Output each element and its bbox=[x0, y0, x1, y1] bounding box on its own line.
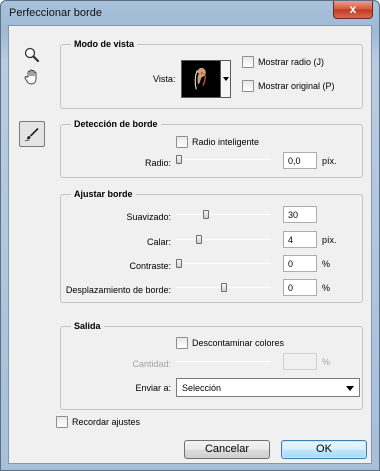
decontaminate-colors-label: Descontaminar colores bbox=[192, 338, 285, 348]
amount-label: Cantidad: bbox=[132, 359, 171, 369]
show-radius-checkbox[interactable] bbox=[242, 56, 254, 68]
radius-label: Radio: bbox=[144, 158, 171, 168]
smooth-input[interactable]: 30 bbox=[283, 206, 317, 223]
feather-slider[interactable] bbox=[176, 235, 271, 244]
edge-detection-group: Detección de borde Radio inteligente Rad… bbox=[60, 119, 363, 178]
feather-input[interactable]: 4 bbox=[283, 231, 317, 248]
smooth-slider-track bbox=[176, 214, 271, 215]
radius-input[interactable]: 0,0 bbox=[283, 152, 317, 169]
view-mode-title: Modo de vista bbox=[71, 39, 138, 49]
feather-slider-thumb[interactable] bbox=[196, 235, 202, 244]
radius-slider[interactable] bbox=[176, 155, 271, 164]
contrast-slider-thumb[interactable] bbox=[176, 259, 182, 268]
decontaminate-colors-checkbox[interactable] bbox=[176, 337, 188, 349]
edge-detection-title: Detección de borde bbox=[71, 119, 161, 129]
feather-label: Calar: bbox=[146, 237, 171, 247]
hand-icon[interactable] bbox=[23, 68, 41, 86]
shift-edge-label: Desplazamiento de borde: bbox=[65, 285, 171, 295]
contrast-input[interactable]: 0 bbox=[283, 255, 317, 272]
contrast-slider-track bbox=[176, 263, 271, 264]
output-title: Salida bbox=[71, 321, 104, 331]
shift-edge-slider[interactable] bbox=[176, 283, 271, 292]
amount-unit: % bbox=[322, 357, 331, 367]
contrast-unit: % bbox=[322, 259, 331, 269]
view-mode-group: Modo de vista Vista: Mostrar radio (J) M… bbox=[60, 39, 363, 109]
feather-unit: píx. bbox=[322, 235, 337, 245]
cancel-button[interactable]: Cancelar bbox=[184, 440, 270, 459]
remember-settings-label: Recordar ajustes bbox=[72, 417, 141, 427]
chevron-down-icon bbox=[346, 386, 354, 391]
remember-settings-checkbox[interactable] bbox=[56, 416, 68, 428]
zoom-icon[interactable] bbox=[23, 46, 41, 64]
amount-input bbox=[283, 353, 317, 370]
view-preview-thumbnail[interactable] bbox=[181, 60, 221, 98]
show-original-label: Mostrar original (P) bbox=[258, 81, 335, 91]
smooth-slider-thumb[interactable] bbox=[203, 210, 209, 219]
contrast-slider[interactable] bbox=[176, 259, 271, 268]
shift-edge-unit: % bbox=[322, 283, 331, 293]
view-label: Vista: bbox=[153, 74, 176, 84]
dialog-body: Modo de vista Vista: Mostrar radio (J) M… bbox=[8, 25, 372, 464]
title-bar[interactable]: Perfeccionar borde x bbox=[1, 1, 379, 25]
refine-radius-brush-icon[interactable] bbox=[19, 121, 45, 147]
output-group: Salida Descontaminar colores Cantidad: %… bbox=[60, 321, 363, 410]
output-to-label: Enviar a: bbox=[135, 383, 171, 393]
shift-edge-slider-thumb[interactable] bbox=[221, 283, 227, 292]
radius-slider-thumb[interactable] bbox=[176, 155, 182, 164]
adjust-edge-group: Ajustar borde Suavizado: 30 Calar: 4 píx… bbox=[60, 189, 363, 303]
feather-slider-track bbox=[176, 239, 271, 240]
smart-radius-label: Radio inteligente bbox=[192, 137, 260, 147]
adjust-edge-title: Ajustar borde bbox=[71, 189, 136, 199]
show-radius-label: Mostrar radio (J) bbox=[258, 57, 325, 67]
output-to-select[interactable]: Selección bbox=[176, 378, 360, 397]
close-button[interactable]: x bbox=[333, 1, 373, 19]
view-mode-dropdown-button[interactable] bbox=[221, 60, 231, 98]
dialog-window: Perfeccionar borde x Modo de vista Vista… bbox=[0, 0, 380, 471]
amount-slider bbox=[176, 357, 271, 366]
window-title: Perfeccionar borde bbox=[9, 7, 102, 19]
smooth-slider[interactable] bbox=[176, 210, 271, 219]
contrast-label: Contraste: bbox=[129, 261, 171, 271]
radius-slider-track bbox=[176, 159, 271, 160]
amount-slider-track bbox=[176, 361, 271, 362]
radius-unit: píx. bbox=[322, 156, 337, 166]
show-original-checkbox[interactable] bbox=[242, 80, 254, 92]
output-to-value: Selección bbox=[182, 383, 222, 393]
shift-edge-input[interactable]: 0 bbox=[283, 279, 317, 296]
ok-button[interactable]: OK bbox=[281, 440, 367, 459]
smart-radius-checkbox[interactable] bbox=[176, 136, 188, 148]
smooth-label: Suavizado: bbox=[126, 212, 171, 222]
